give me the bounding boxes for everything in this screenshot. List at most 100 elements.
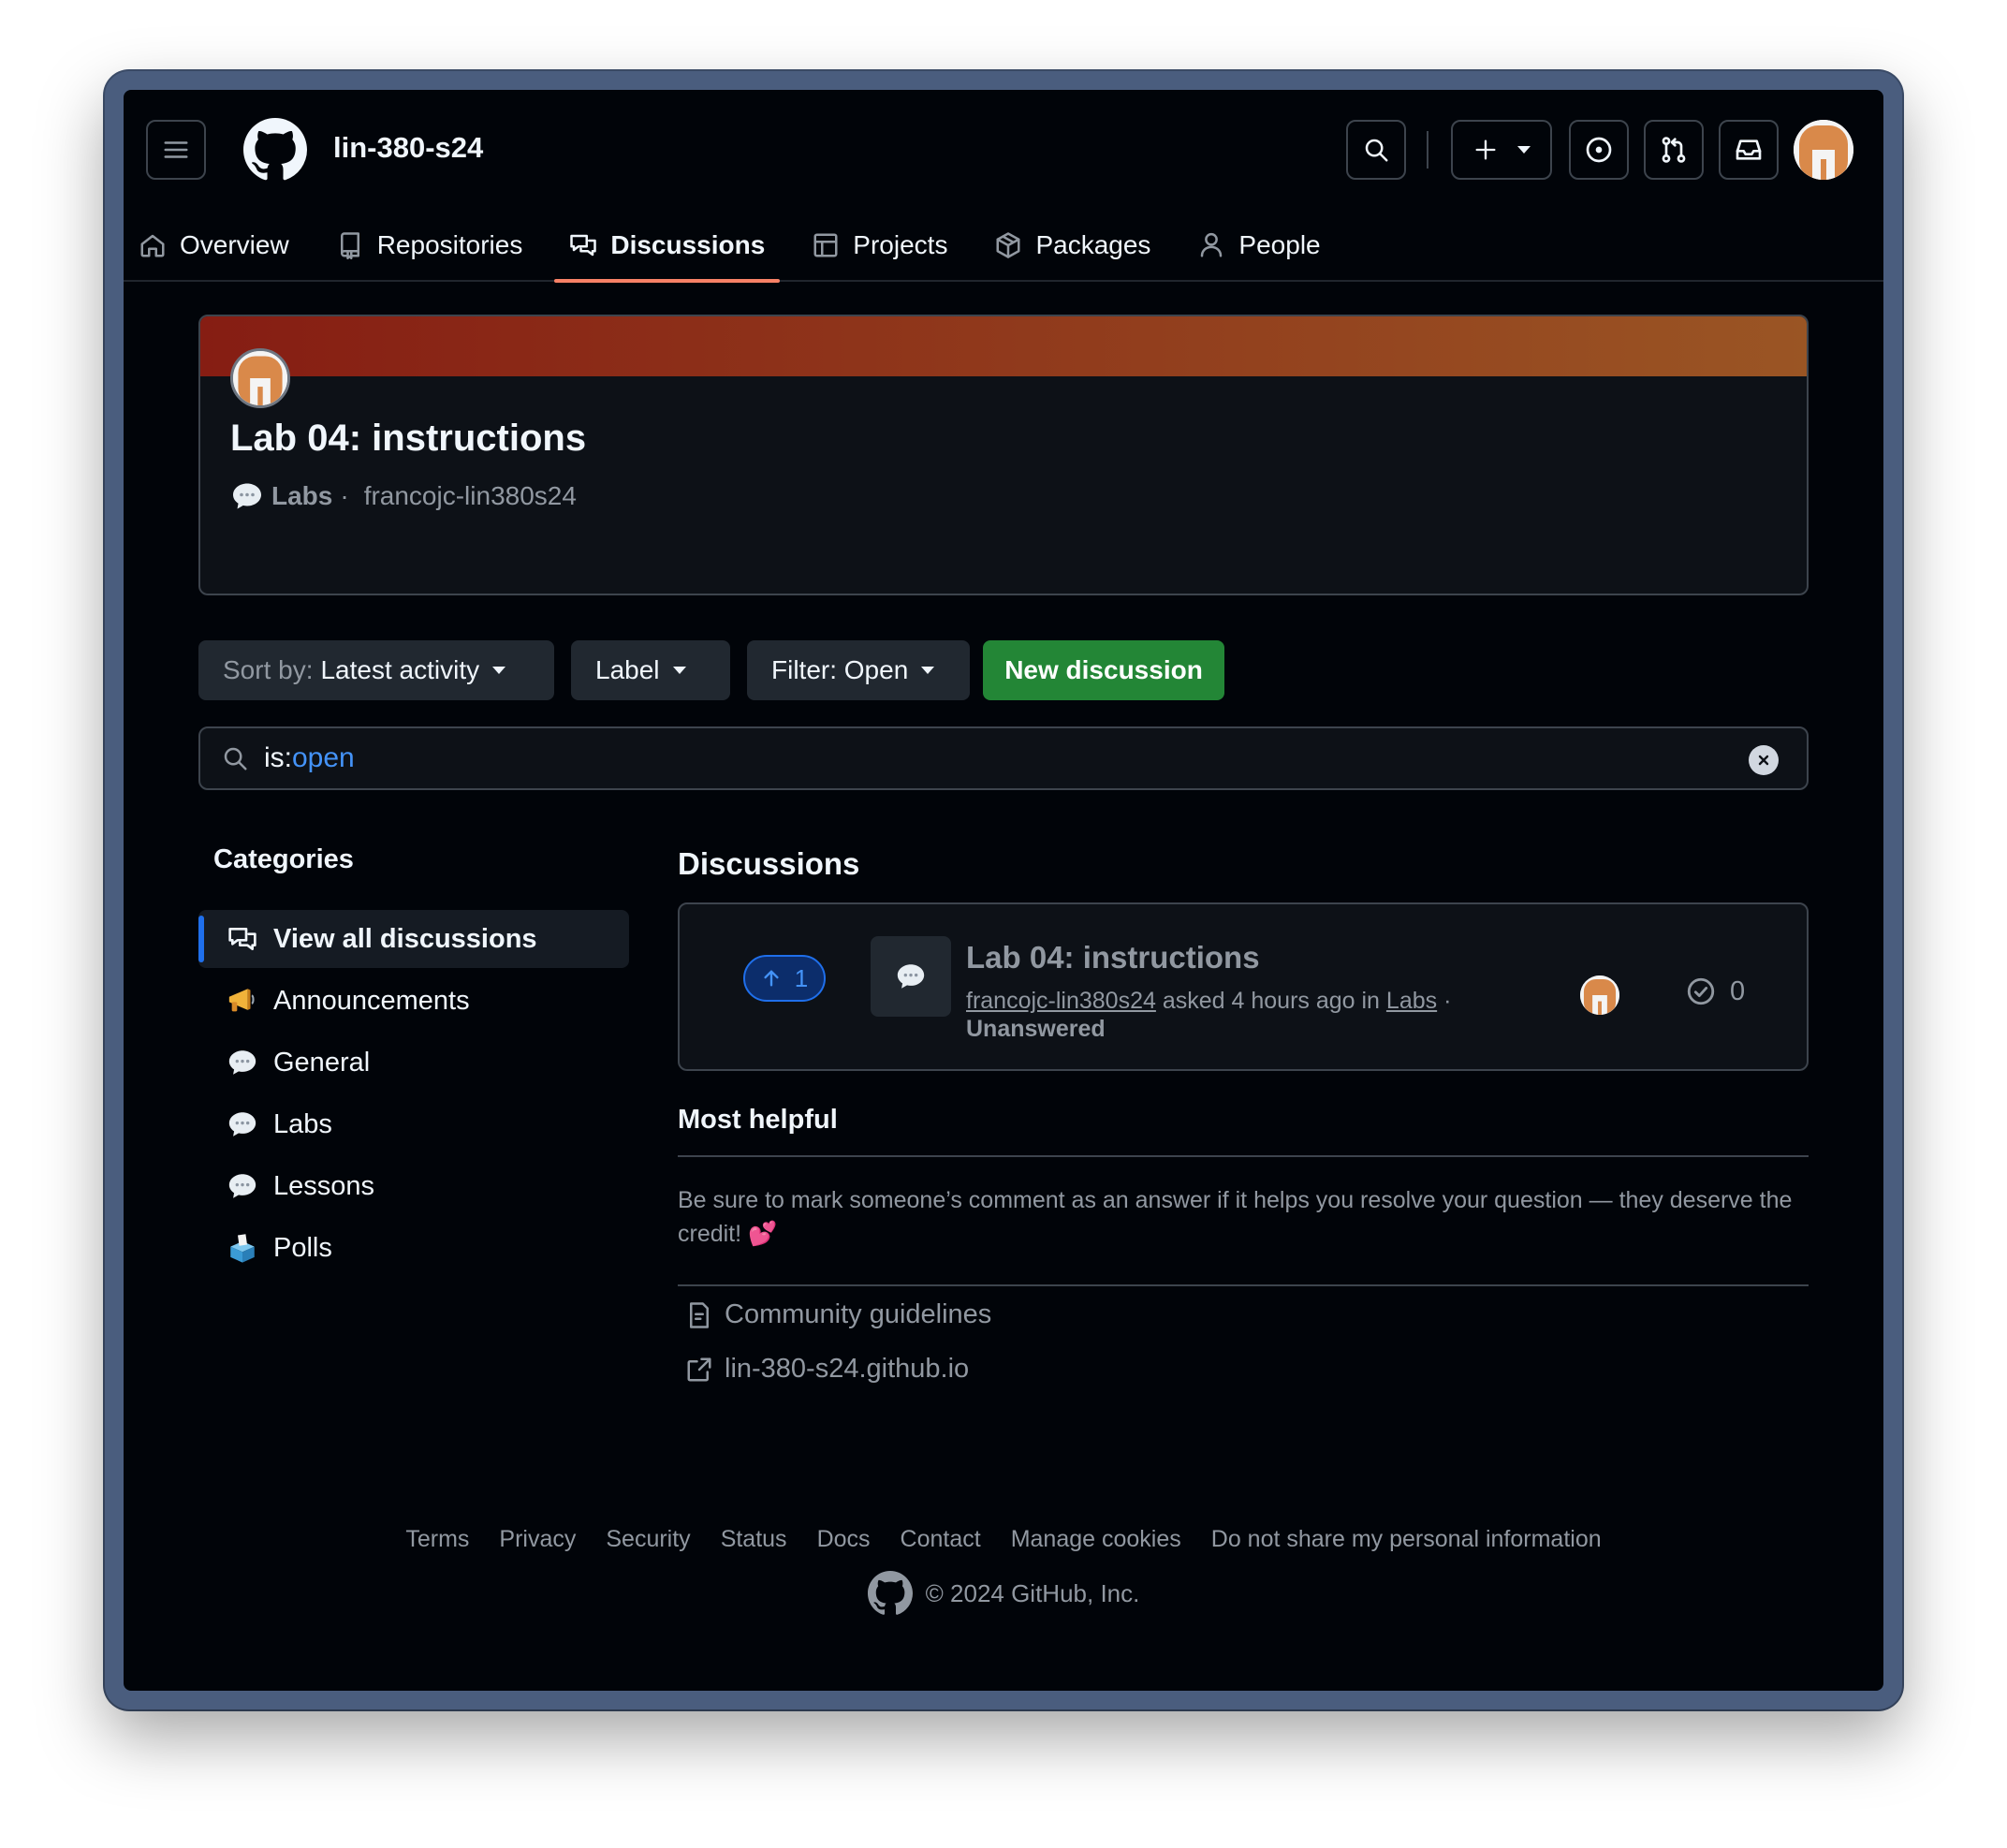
search-icon [224,747,247,770]
menu-button[interactable] [146,120,206,180]
tab-label: People [1238,230,1321,259]
issue-opened-icon [1586,137,1612,163]
discussion-author[interactable]: francojc-lin380s24 [966,988,1156,1014]
link-label: Community guidelines [725,1299,992,1329]
category-lessons[interactable]: Lessons [198,1157,629,1215]
search-prefix: is: [264,742,292,773]
create-new-button[interactable] [1451,120,1552,180]
inbox-button[interactable] [1719,120,1779,180]
footer-link-do-not-share[interactable]: Do not share my personal information [1211,1526,1602,1553]
category-label: Lessons [273,1170,375,1201]
category-general[interactable]: General [198,1034,629,1092]
pull-requests-button[interactable] [1644,120,1704,180]
banner-category[interactable]: Labs [271,481,332,511]
speech-balloon-icon [228,1174,256,1198]
megaphone-icon [228,989,255,1012]
issues-button[interactable] [1569,120,1629,180]
tab-label: Overview [180,230,289,259]
ballot-box-icon [230,1234,255,1263]
inbox-icon [1736,139,1762,160]
tab-overview[interactable]: Overview [124,210,304,281]
org-name[interactable]: lin-380-s24 [333,131,483,165]
category-label: View all discussions [273,923,537,954]
category-labs[interactable]: Labs [198,1095,629,1153]
sort-prefix: Sort by: [223,655,314,684]
filter-dropdown[interactable]: Filter: Open [747,640,970,700]
repo-icon [340,232,359,259]
discussion-banner: Lab 04: instructions Labs · francojc-lin… [198,315,1809,595]
footer-link-privacy[interactable]: Privacy [499,1526,576,1553]
global-header: lin-380-s24 Overview Repositories Discus… [124,90,1883,283]
file-icon [690,1301,709,1328]
check-circle-icon [1687,977,1715,1005]
tab-label: Repositories [376,230,523,259]
footer-link-status[interactable]: Status [721,1526,787,1553]
tab-repositories[interactable]: Repositories [321,210,538,281]
table-icon [813,233,838,257]
footer-links: Terms Privacy Security Status Docs Conta… [124,1526,1883,1553]
banner-author[interactable]: francojc-lin380s24 [364,481,577,511]
categories-list: View all discussions Announcements Gener… [198,910,629,1281]
footer-link-contact[interactable]: Contact [901,1526,981,1553]
vote-count: 1 [794,963,809,992]
search-button[interactable] [1346,120,1406,180]
footer-link-docs[interactable]: Docs [817,1526,871,1553]
user-avatar[interactable] [1794,120,1853,180]
upvote-button[interactable]: 1 [743,955,826,1002]
discussion-list-item[interactable]: 1 Lab 04: instructions francojc-lin380s2… [678,902,1809,1071]
filter-text: Filter: Open [771,655,909,684]
speech-balloon-icon [228,1050,256,1075]
arrow-up-icon [764,970,779,987]
footer-link-security[interactable]: Security [606,1526,690,1553]
github-mark-icon[interactable] [867,1571,913,1616]
tab-packages[interactable]: Packages [979,210,1165,281]
hamburger-icon [164,141,188,158]
meta-separator: · [340,481,349,510]
tab-people[interactable]: People [1182,210,1335,281]
tab-discussions[interactable]: Discussions [554,210,781,283]
banner-title[interactable]: Lab 04: instructions [230,418,586,460]
tab-projects[interactable]: Projects [797,210,962,281]
search-query: is:open [264,742,355,774]
plus-icon [1475,139,1496,160]
banner-gradient [200,316,1807,376]
comment-discussion-icon [228,928,256,950]
avatar-image [233,351,287,405]
footer-copyright: © 2024 GitHub, Inc. [124,1571,1883,1616]
home-icon [140,234,165,257]
discussion-meta: francojc-lin380s24 asked 4 hours ago in … [966,987,1490,1043]
category-view-all[interactable]: View all discussions [198,910,629,968]
discussion-category[interactable]: Labs [1386,988,1437,1014]
search-input[interactable]: is:open [198,726,1809,790]
category-polls[interactable]: Polls [198,1219,629,1277]
footer-link-manage-cookies[interactable]: Manage cookies [1011,1526,1181,1553]
participant-avatar[interactable] [1580,975,1619,1015]
label-dropdown[interactable]: Label [571,640,730,700]
footer-link-terms[interactable]: Terms [405,1526,469,1553]
avatar-image [1794,120,1853,180]
new-discussion-button[interactable]: New discussion [983,640,1224,700]
person-icon [1201,232,1223,257]
discussion-title[interactable]: Lab 04: instructions [966,940,1260,975]
link-external-icon [687,1357,711,1381]
category-announcements[interactable]: Announcements [198,972,629,1030]
github-mark-icon [243,118,307,181]
triangle-down-icon [921,667,935,674]
discussions-heading: Discussions [678,846,860,881]
avatar-image [1580,975,1619,1015]
search-value: open [292,742,355,773]
website-link[interactable]: lin-380-s24.github.io [685,1354,969,1385]
answer-count-value: 0 [1730,975,1746,1006]
divider [678,1284,1809,1286]
community-guidelines-link[interactable]: Community guidelines [685,1299,991,1330]
org-nav: Overview Repositories Discussions Projec… [124,210,1353,283]
link-label: lin-380-s24.github.io [725,1354,970,1384]
copyright-text: © 2024 GitHub, Inc. [925,1578,1140,1607]
banner-meta: Labs · francojc-lin380s24 [230,479,577,513]
clear-search-button[interactable] [1749,745,1779,775]
author-avatar[interactable] [230,348,290,408]
category-label: General [273,1047,371,1078]
github-logo[interactable] [243,118,307,182]
speech-balloon-icon [233,483,261,509]
sort-dropdown[interactable]: Sort by: Latest activity [198,640,554,700]
